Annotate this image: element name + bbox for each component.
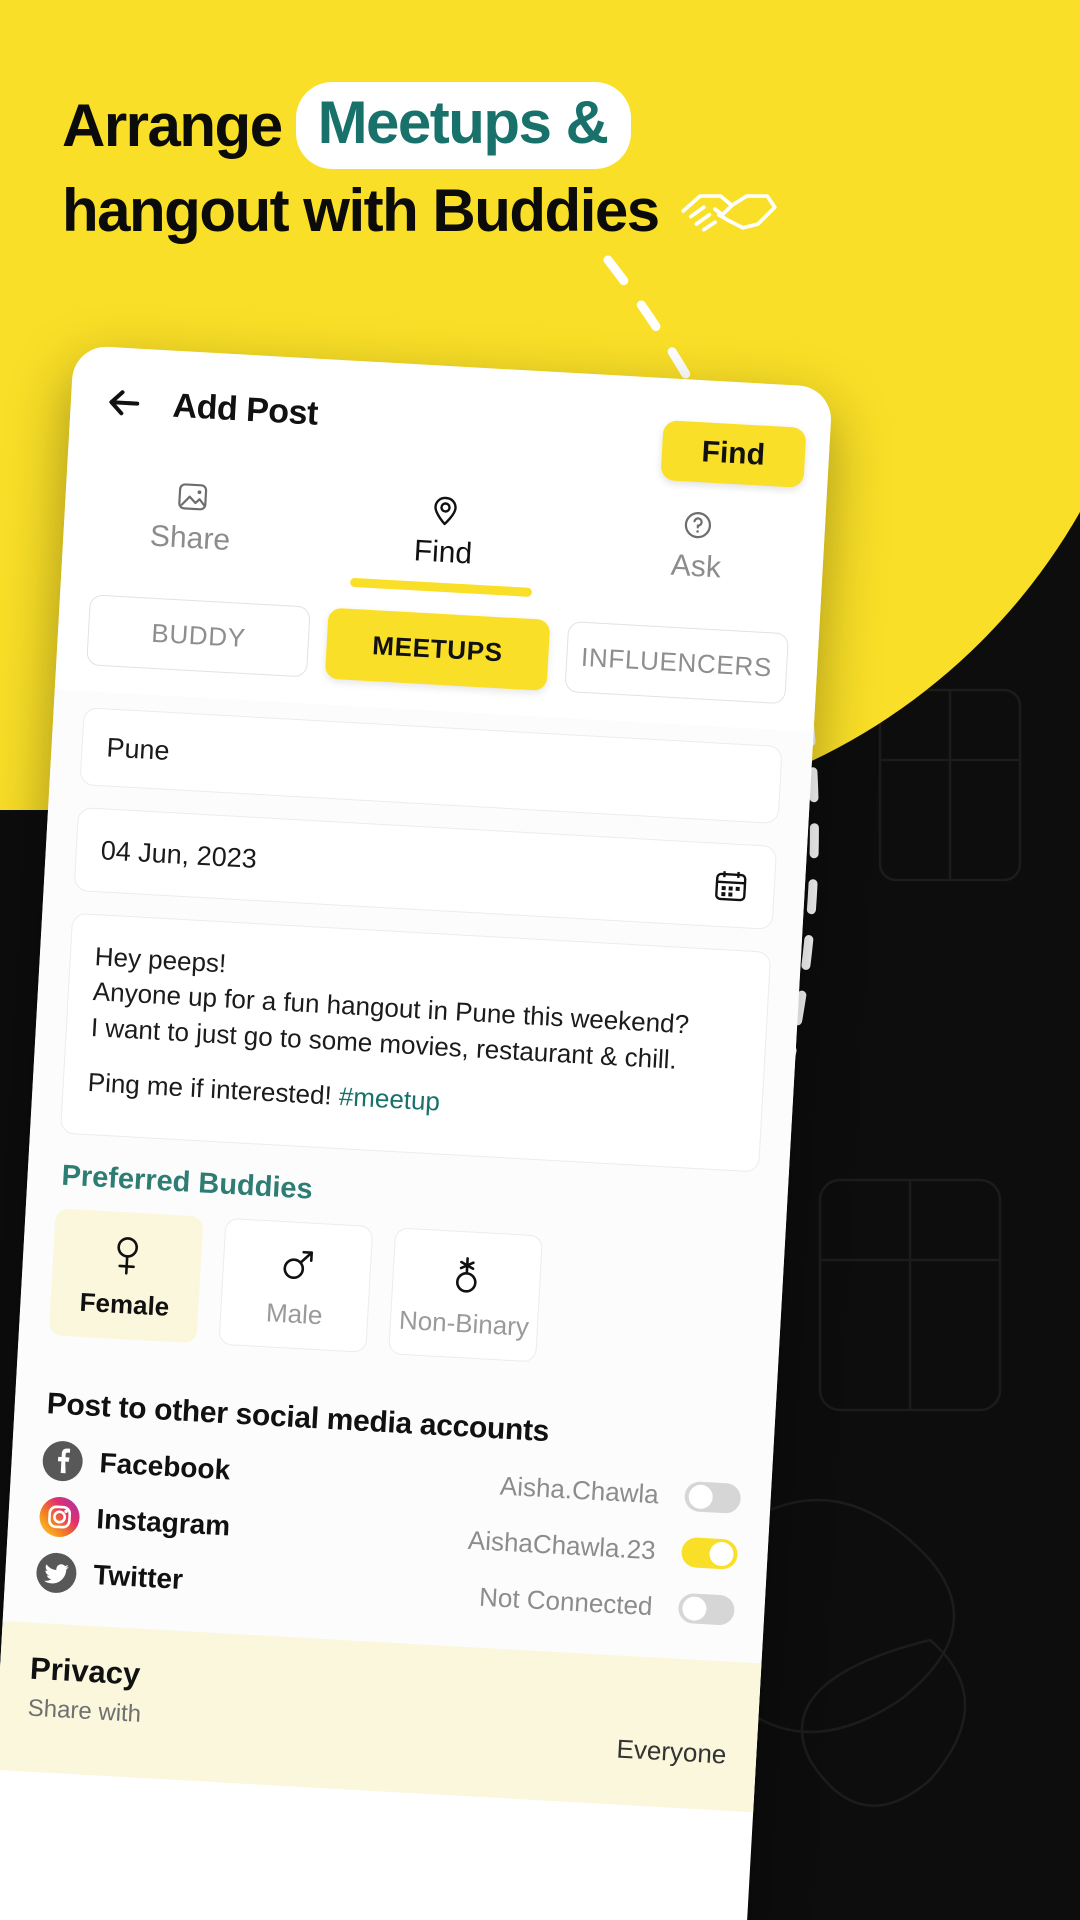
- segment-influencers[interactable]: INFLUENCERS: [564, 621, 790, 705]
- question-circle-icon: [685, 512, 712, 539]
- message-textarea[interactable]: Hey peeps! Anyone up for a fun hangout i…: [59, 912, 772, 1173]
- location-pin-icon: [434, 496, 457, 526]
- tab-ask-label: Ask: [670, 548, 722, 585]
- hero-headline: Arrange Meetups & hangout with Buddies: [62, 82, 862, 242]
- location-input[interactable]: Pune: [79, 707, 783, 825]
- social-name-instagram: Instagram: [95, 1503, 231, 1542]
- gender-option-female[interactable]: Female: [48, 1208, 204, 1344]
- social-toggle-instagram[interactable]: [680, 1537, 739, 1571]
- gender-option-non-binary-label: Non-Binary: [398, 1305, 530, 1343]
- page-title: Add Post: [171, 386, 319, 433]
- tab-share[interactable]: Share: [61, 473, 319, 585]
- headline-line2: hangout with Buddies: [62, 177, 660, 244]
- instagram-icon: [39, 1497, 80, 1538]
- privacy-section: Privacy Share with Everyone: [0, 1621, 762, 1813]
- date-value: 04 Jun, 2023: [100, 834, 258, 874]
- segment-meetups[interactable]: MEETUPS: [325, 607, 551, 691]
- location-value: Pune: [105, 731, 171, 766]
- headline-line1-plain: Arrange: [62, 92, 283, 159]
- form-body: Pune 04 Jun, 2023 Hey peeps! Anyone up f…: [0, 689, 814, 1813]
- gender-option-non-binary[interactable]: Non-Binary: [388, 1227, 543, 1363]
- message-hashtag[interactable]: #meetup: [338, 1081, 441, 1117]
- headline-highlight-pill: Meetups &: [295, 82, 632, 169]
- find-action-button[interactable]: Find: [660, 420, 807, 488]
- social-toggle-facebook[interactable]: [683, 1481, 742, 1515]
- social-handle-twitter: Not Connected: [478, 1581, 654, 1622]
- male-symbol-icon: [283, 1251, 313, 1280]
- date-input[interactable]: 04 Jun, 2023: [73, 806, 778, 930]
- calendar-icon[interactable]: [711, 865, 751, 905]
- tab-share-label: Share: [149, 519, 231, 557]
- handshake-icon: [681, 193, 777, 232]
- twitter-icon: [36, 1553, 77, 1594]
- tab-ask[interactable]: Ask: [567, 501, 825, 613]
- social-name-twitter: Twitter: [92, 1559, 184, 1596]
- female-symbol-icon: [117, 1237, 138, 1276]
- gender-option-male[interactable]: Male: [218, 1218, 374, 1354]
- back-arrow-icon[interactable]: [100, 379, 148, 427]
- preferred-buddies-options: Female Male Non-Binary: [48, 1208, 755, 1375]
- tab-find-label: Find: [412, 534, 474, 571]
- gender-option-male-label: Male: [265, 1297, 324, 1331]
- social-handle-instagram: AishaChawla.23: [467, 1524, 657, 1566]
- app-screen-card: Add Post Find Share Find Ask BUDDY MEETU…: [0, 345, 833, 1920]
- image-icon: [177, 483, 207, 511]
- facebook-icon: [42, 1441, 83, 1482]
- promo-screenshot: Arrange Meetups & hangout with Buddies A…: [0, 0, 1080, 1920]
- toggle-knob: [708, 1541, 735, 1568]
- toggle-knob: [681, 1596, 708, 1622]
- segment-buddy[interactable]: BUDDY: [86, 594, 312, 678]
- tab-find[interactable]: Find: [314, 487, 572, 599]
- toggle-knob: [688, 1484, 714, 1510]
- non-binary-symbol-icon: [455, 1257, 477, 1294]
- social-handle-facebook: Aisha.Chawla: [499, 1470, 660, 1510]
- gender-option-female-label: Female: [78, 1287, 171, 1323]
- social-name-facebook: Facebook: [98, 1447, 231, 1486]
- social-toggle-twitter[interactable]: [677, 1593, 736, 1627]
